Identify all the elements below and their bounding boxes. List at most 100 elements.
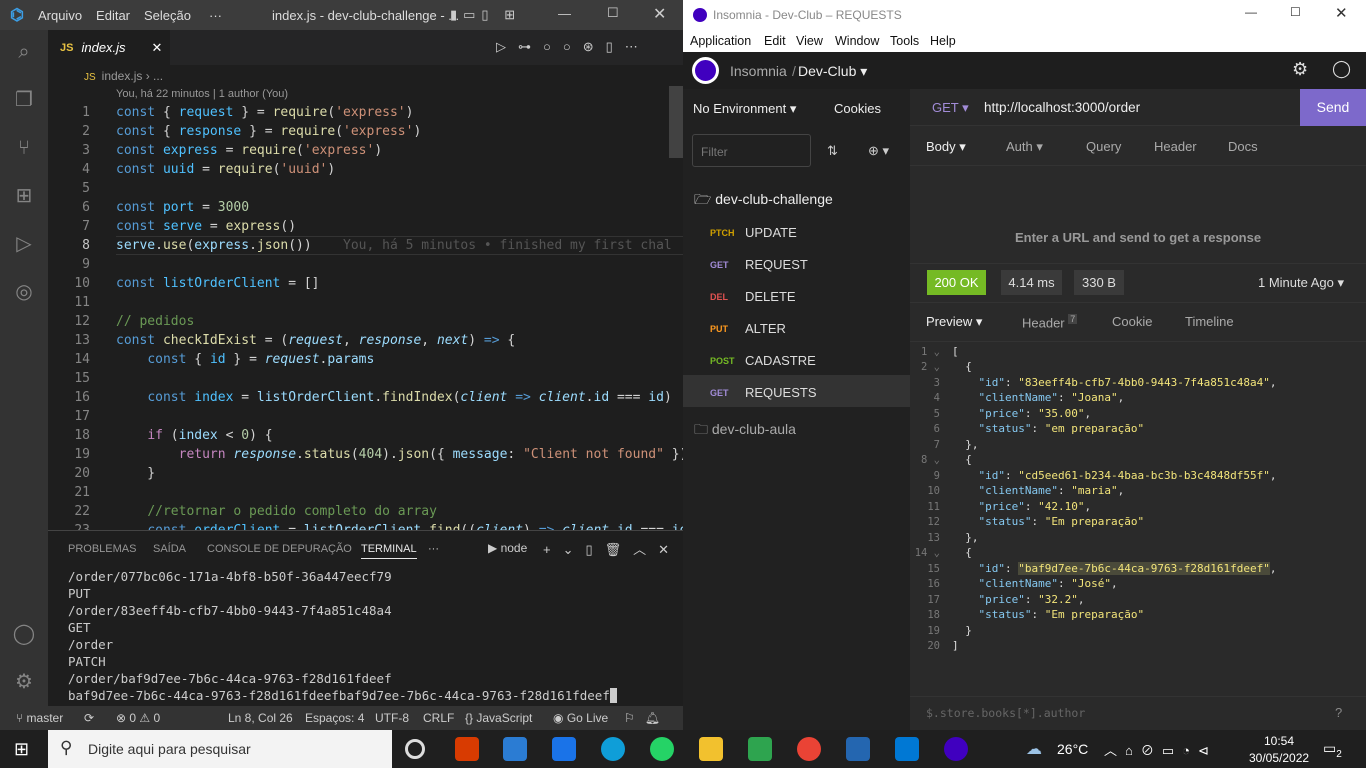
breadcrumb-app[interactable]: Insomnia <box>730 63 787 79</box>
run-debug-icon[interactable]: ▷ <box>12 232 36 256</box>
eol[interactable]: CRLF <box>423 711 454 725</box>
go-live[interactable]: ◉ Go Live <box>553 711 608 725</box>
account-icon[interactable]: ◯ <box>12 622 36 646</box>
notification-icon[interactable]: ▭2 <box>1323 740 1342 760</box>
menu-edit[interactable]: Edit <box>764 34 786 48</box>
indentation[interactable]: Espaços: 4 <box>305 711 364 725</box>
tab-cookie[interactable]: Cookie <box>1112 314 1152 329</box>
tab-query[interactable]: Query <box>1086 139 1121 154</box>
tab-preview[interactable]: Preview ▾ <box>926 314 982 330</box>
search-icon[interactable]: ⌕ <box>12 40 36 64</box>
office-icon[interactable] <box>455 737 479 761</box>
tray-icons[interactable]: ︿⌂⊘▭◔⊲ <box>1104 740 1217 759</box>
response-json[interactable]: 1 ⌄[ 2 ⌄ { 3 "id": "83eeff4b-cfb7-4bb0-9… <box>910 344 1366 684</box>
response-filter-input[interactable]: $.store.books[*].author <box>926 706 1085 720</box>
ins-close-icon[interactable]: ✕ <box>1335 4 1348 22</box>
tab-header[interactable]: Header <box>1154 139 1197 154</box>
tab-docs[interactable]: Docs <box>1228 139 1258 154</box>
menu-selecao[interactable]: Seleção <box>144 8 191 23</box>
tab-auth[interactable]: Auth ▾ <box>1006 139 1043 155</box>
request-item-active[interactable]: GET REQUESTS <box>683 375 910 407</box>
menu-arquivo[interactable]: Arquivo <box>38 8 82 23</box>
edge-icon[interactable] <box>601 737 625 761</box>
app-green-icon[interactable] <box>748 737 772 761</box>
extensions-icon[interactable]: ⊞ <box>12 184 36 208</box>
taskbar-search[interactable]: ⚲ Digite aqui para pesquisar <box>48 730 392 768</box>
task-view-icon[interactable] <box>405 739 425 759</box>
editor-actions[interactable]: ▷⊶○○⊛▯⋯ <box>496 39 650 55</box>
terminal-shell[interactable]: ▶ node <box>488 541 527 555</box>
chrome-icon[interactable] <box>797 737 821 761</box>
menu-window[interactable]: Window <box>835 34 879 48</box>
code-editor[interactable]: You, há 22 minutos | 1 author (You) 1 con… <box>48 86 683 530</box>
method-dropdown[interactable]: GET ▾ <box>932 100 969 116</box>
request-item[interactable]: PUT ALTER <box>683 311 910 343</box>
breadcrumb[interactable]: JS index.js › ... <box>48 66 683 86</box>
menu-editar[interactable]: Editar <box>96 8 130 23</box>
language-mode[interactable]: {} JavaScript <box>465 711 532 725</box>
terminal-last-line[interactable]: baf9d7ee-7b6c-44ca-9763-f28d161fdeefbaf9… <box>68 688 618 703</box>
branch[interactable]: ⑂ master <box>16 711 63 725</box>
windows-start-icon[interactable]: ⊞ <box>14 739 29 760</box>
source-control-icon[interactable]: ⑂ <box>12 136 36 160</box>
sync-icon[interactable]: ⟳ <box>84 711 94 725</box>
request-item[interactable]: GET REQUEST <box>683 247 910 279</box>
panel-actions[interactable]: +⌄▯🗑︎︿✕ <box>543 539 681 558</box>
tab-body[interactable]: Body ▾ <box>926 139 966 155</box>
folder-dev-club-challenge[interactable]: 🗁︎ dev-club-challenge <box>694 189 833 213</box>
minimize-icon[interactable]: — <box>558 6 571 21</box>
feedback-bell-icons[interactable]: ⚐🔔︎ <box>624 711 670 725</box>
settings-gear-icon[interactable]: ⚙ <box>12 670 36 694</box>
problems-count[interactable]: ⊗ 0 ⚠ 0 <box>116 711 160 725</box>
folder-dev-club-aula[interactable]: 🗀︎ dev-club-aula <box>694 419 796 443</box>
menu-more[interactable]: ··· <box>209 8 222 23</box>
editor-scrollbar[interactable] <box>669 86 683 158</box>
menu-view[interactable]: View <box>796 34 823 48</box>
ins-maximize-icon[interactable]: ☐ <box>1290 5 1301 19</box>
tab-resp-header[interactable]: Header 7 <box>1022 314 1078 330</box>
encoding[interactable]: UTF-8 <box>375 711 409 725</box>
explorer-icon[interactable]: ❐ <box>12 88 36 112</box>
tab-saida[interactable]: SAÍDA <box>153 543 186 555</box>
maximize-icon[interactable]: ☐ <box>607 5 619 21</box>
insomnia-taskbar-icon[interactable] <box>944 737 968 761</box>
cursor-position[interactable]: Ln 8, Col 26 <box>228 711 293 725</box>
url-input[interactable]: http://localhost:3000/order <box>984 100 1140 115</box>
sort-icon[interactable]: ⇅ <box>827 143 838 159</box>
preferences-gear-icon[interactable]: ⚙ <box>1292 59 1308 80</box>
whatsapp-icon[interactable] <box>650 737 674 761</box>
add-request-icon[interactable]: ⊕ ▾ <box>868 143 889 159</box>
cookies-button[interactable]: Cookies <box>834 101 881 116</box>
account-icon[interactable]: ◯ <box>1332 59 1351 79</box>
help-icon[interactable]: ? <box>1335 705 1342 720</box>
workspace-dropdown[interactable]: Dev-Club ▾ <box>798 63 867 80</box>
weather-icon[interactable]: ☁ <box>1026 739 1042 759</box>
tab-timeline[interactable]: Timeline <box>1185 314 1234 329</box>
tab-terminal[interactable]: TERMINAL <box>361 543 417 559</box>
menu-application[interactable]: Application <box>690 34 751 48</box>
mail-icon[interactable] <box>552 737 576 761</box>
ins-minimize-icon[interactable]: — <box>1245 5 1257 19</box>
request-item[interactable]: POST CADASTRE <box>683 343 910 375</box>
remote-icon[interactable]: ◎ <box>12 280 36 304</box>
clock-date[interactable]: 30/05/2022 <box>1249 751 1309 765</box>
insomnia-app-icon[interactable] <box>692 57 719 84</box>
filter-input[interactable]: Filter <box>692 134 811 167</box>
tab-index-js[interactable]: JS index.js ✕ <box>48 30 170 65</box>
store-icon[interactable] <box>503 737 527 761</box>
menu-help[interactable]: Help <box>930 34 956 48</box>
panel-more[interactable]: ··· <box>428 543 439 555</box>
vscode-taskbar-icon[interactable] <box>895 737 919 761</box>
send-button[interactable]: Send <box>1300 89 1366 126</box>
history-dropdown[interactable]: 1 Minute Ago ▾ <box>1258 275 1344 291</box>
clock-time[interactable]: 10:54 <box>1264 734 1294 748</box>
file-explorer-icon[interactable] <box>699 737 723 761</box>
menu-tools[interactable]: Tools <box>890 34 919 48</box>
tab-close-icon[interactable]: ✕ <box>152 40 163 56</box>
environment-dropdown[interactable]: No Environment ▾ <box>693 101 796 117</box>
tab-problemas[interactable]: PROBLEMAS <box>68 543 136 555</box>
close-icon[interactable]: ✕ <box>653 4 666 24</box>
powershell-icon[interactable] <box>846 737 870 761</box>
temperature[interactable]: 26°C <box>1057 741 1088 757</box>
request-item[interactable]: DEL DELETE <box>683 279 910 311</box>
